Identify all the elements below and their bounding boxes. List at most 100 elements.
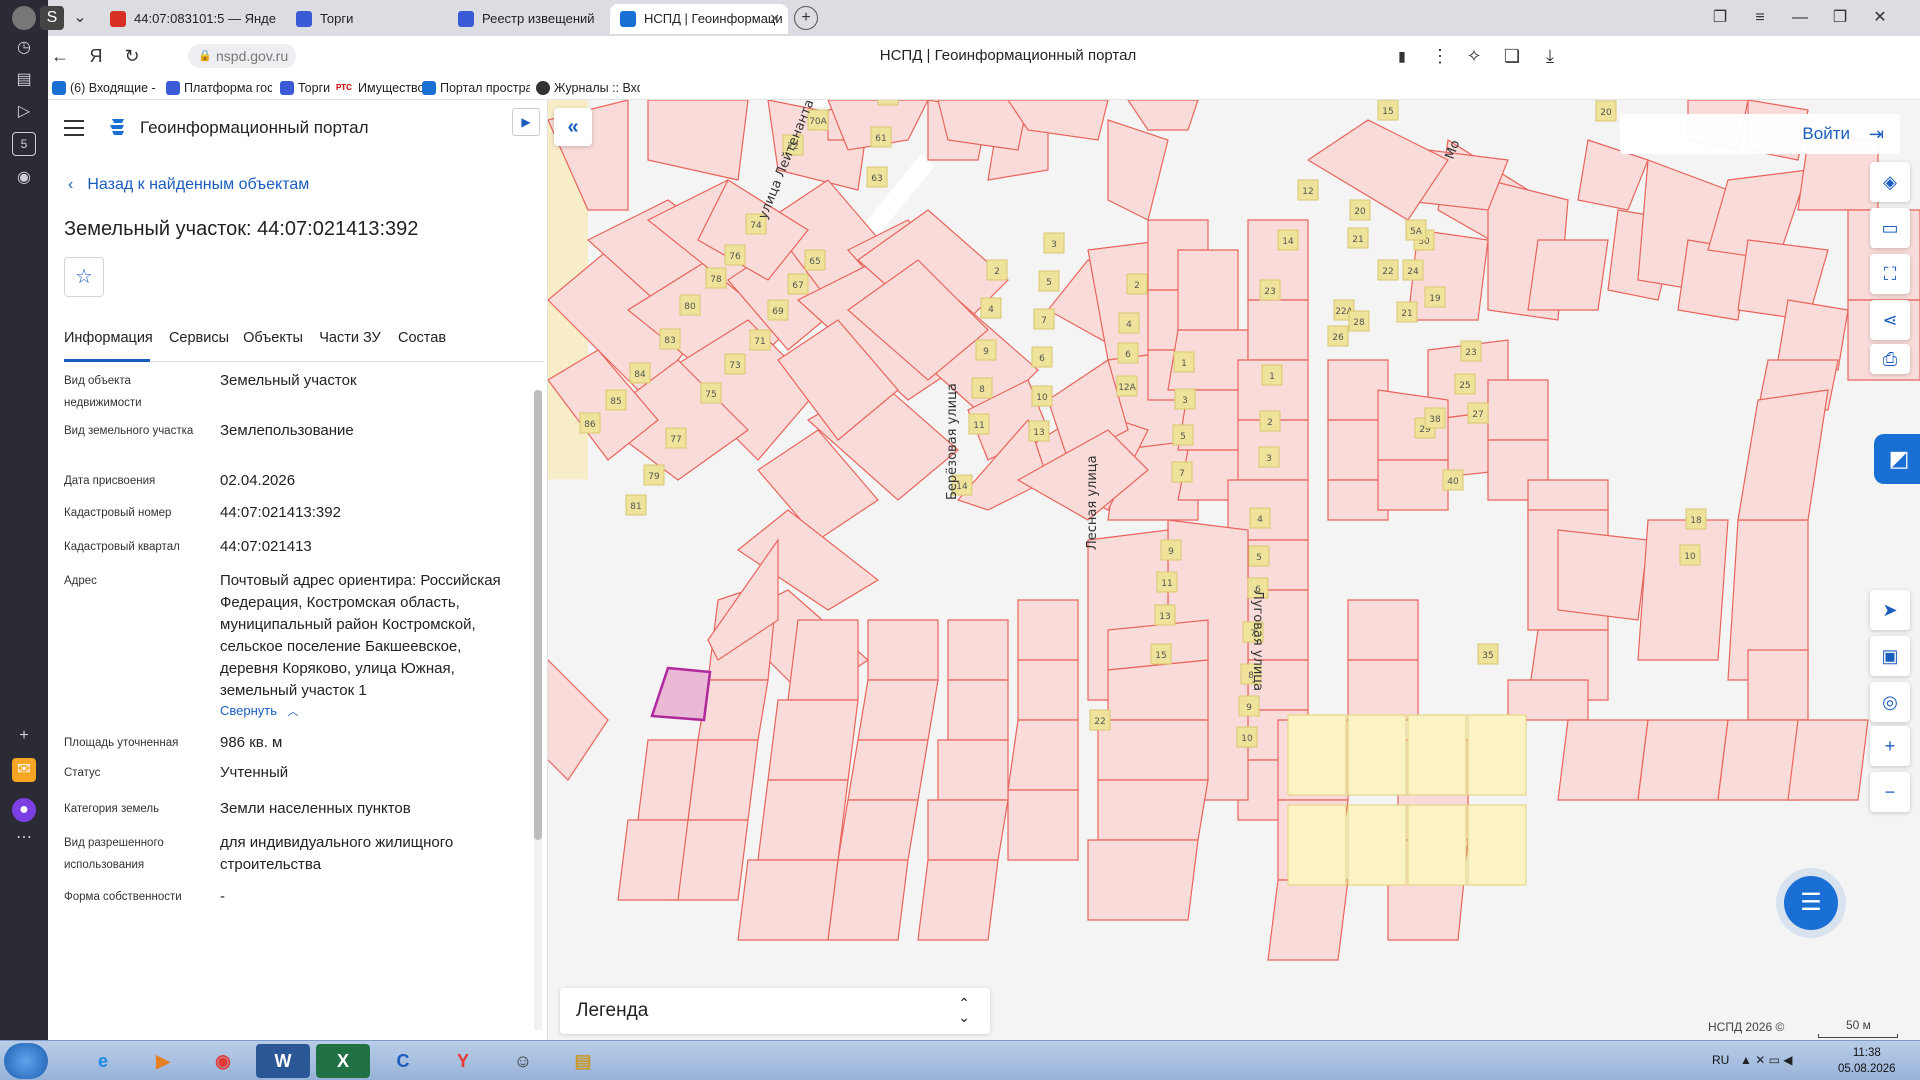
parcel[interactable]: [847, 739, 929, 801]
house-number[interactable]: 2: [1126, 273, 1148, 295]
layers-button[interactable]: ◈: [1870, 162, 1910, 202]
house-number[interactable]: 9: [1238, 695, 1260, 717]
measure-button[interactable]: ▭: [1870, 208, 1910, 248]
parcel[interactable]: [1347, 599, 1419, 661]
house-number[interactable]: 5А: [1405, 219, 1427, 241]
ie-icon[interactable]: e: [76, 1044, 130, 1078]
house-number[interactable]: 13: [1154, 604, 1176, 626]
profile-avatar[interactable]: [12, 6, 36, 30]
tabs-next-button[interactable]: ▶: [512, 108, 540, 136]
parcel[interactable]: [1507, 679, 1589, 721]
parcel[interactable]: [767, 699, 859, 781]
close-icon[interactable]: ✕: [769, 4, 780, 34]
house-number[interactable]: 27: [1467, 402, 1489, 424]
tray-icons[interactable]: ▲ ✕ ▭ ◀: [1740, 1053, 1793, 1067]
parcel[interactable]: [687, 739, 759, 821]
history-icon[interactable]: ◷: [12, 36, 36, 60]
more-menu-icon[interactable]: ⋮: [1428, 44, 1452, 68]
share-button[interactable]: ⋖: [1870, 300, 1910, 340]
explorer-icon[interactable]: ▤: [556, 1044, 610, 1078]
house-number[interactable]: 67: [787, 273, 809, 295]
portal-name[interactable]: Геоинформационный портал: [140, 117, 369, 139]
house-number[interactable]: 12: [1297, 179, 1319, 201]
app-c-icon[interactable]: C: [376, 1044, 430, 1078]
bookmark-journals[interactable]: Журналы :: Вход: [536, 79, 640, 97]
planned-plot[interactable]: [1407, 804, 1467, 886]
house-number[interactable]: 12А: [1116, 375, 1138, 397]
parcel[interactable]: [1247, 299, 1309, 361]
back-to-results-link[interactable]: ‹ Назад к найденным объектам: [68, 174, 309, 196]
search-location-button[interactable]: ◎: [1870, 682, 1910, 722]
app-person-icon[interactable]: ☺: [496, 1044, 550, 1078]
window-close-icon[interactable]: ✕: [1868, 6, 1892, 30]
parcel[interactable]: [1487, 379, 1549, 441]
tab-torgi[interactable]: Торги: [286, 4, 446, 34]
parcel[interactable]: [1527, 239, 1609, 311]
legend-panel[interactable]: Легенда ⌃ ⌄: [560, 988, 990, 1034]
media-icon[interactable]: ▷: [12, 100, 36, 124]
collapse-panel-button[interactable]: «: [554, 108, 592, 146]
menu-icon[interactable]: ≡: [1748, 6, 1772, 30]
tab-objects[interactable]: Объекты: [242, 318, 304, 362]
reload-icon[interactable]: ↻: [120, 44, 144, 68]
house-number[interactable]: 19: [1424, 286, 1446, 308]
house-number[interactable]: 3: [1174, 388, 1196, 410]
parcel[interactable]: [917, 859, 999, 941]
house-number[interactable]: 40: [1442, 469, 1464, 491]
zoom-in-button[interactable]: +: [1870, 726, 1910, 766]
house-number[interactable]: 26: [1327, 325, 1349, 347]
house-number[interactable]: 5: [1038, 270, 1060, 292]
parcel[interactable]: [857, 679, 939, 741]
house-number[interactable]: 13: [1028, 420, 1050, 442]
house-number[interactable]: 4: [1249, 507, 1271, 529]
house-number[interactable]: 85: [605, 389, 627, 411]
parcel[interactable]: [837, 799, 919, 861]
scrollbar-thumb[interactable]: [534, 390, 542, 840]
house-number[interactable]: 4: [1118, 312, 1140, 334]
parcel[interactable]: [1017, 599, 1079, 661]
house-number[interactable]: 83: [659, 328, 681, 350]
geolocation-button[interactable]: ➤: [1870, 590, 1910, 630]
parcel[interactable]: [637, 739, 699, 821]
parcel[interactable]: [617, 819, 689, 901]
house-number[interactable]: 76: [724, 244, 746, 266]
back-arrow-icon[interactable]: ←: [48, 44, 72, 68]
yandex-home-icon[interactable]: Я: [84, 44, 108, 68]
house-number[interactable]: 6: [1117, 342, 1139, 364]
planned-plot[interactable]: [1347, 714, 1407, 796]
chat-button[interactable]: ☰: [1784, 876, 1838, 930]
house-number[interactable]: 38: [1424, 407, 1446, 429]
excel-icon[interactable]: X: [316, 1044, 370, 1078]
house-number[interactable]: 20: [1349, 199, 1371, 221]
house-number[interactable]: 14: [1277, 229, 1299, 251]
planned-plot[interactable]: [1347, 804, 1407, 886]
parcel[interactable]: [1097, 719, 1209, 781]
house-number[interactable]: 7: [1033, 308, 1055, 330]
parcel[interactable]: [867, 619, 939, 681]
house-number[interactable]: 10: [1031, 385, 1053, 407]
parcel[interactable]: [1267, 879, 1349, 961]
house-number[interactable]: 21: [1396, 301, 1418, 323]
house-number[interactable]: 79: [643, 464, 665, 486]
parcel[interactable]: [937, 739, 1009, 801]
tab-services[interactable]: Сервисы: [160, 318, 238, 362]
house-number[interactable]: 11: [1156, 571, 1178, 593]
parcel[interactable]: [1107, 659, 1209, 721]
bookmarks-panel-icon[interactable]: ❐: [1708, 6, 1732, 30]
house-number[interactable]: 86: [579, 412, 601, 434]
parcel[interactable]: [947, 619, 1009, 681]
planned-plot[interactable]: [1287, 714, 1347, 796]
house-number[interactable]: 6: [1031, 346, 1053, 368]
house-number[interactable]: 81: [625, 494, 647, 516]
house-number[interactable]: 21: [1347, 227, 1369, 249]
start-button[interactable]: [4, 1043, 48, 1079]
bookmark-inbox[interactable]: (6) Входящие - По: [52, 79, 158, 97]
house-number[interactable]: 75: [700, 382, 722, 404]
more-icon[interactable]: ⋯: [12, 826, 36, 850]
house-number[interactable]: 59: [877, 100, 899, 106]
url-field[interactable]: 🔒 nspd.gov.ru: [188, 44, 297, 68]
house-number[interactable]: 77: [665, 427, 687, 449]
minimize-icon[interactable]: —: [1788, 6, 1812, 30]
tab-composition[interactable]: Состав: [394, 318, 450, 362]
planned-plot[interactable]: [1467, 714, 1527, 796]
